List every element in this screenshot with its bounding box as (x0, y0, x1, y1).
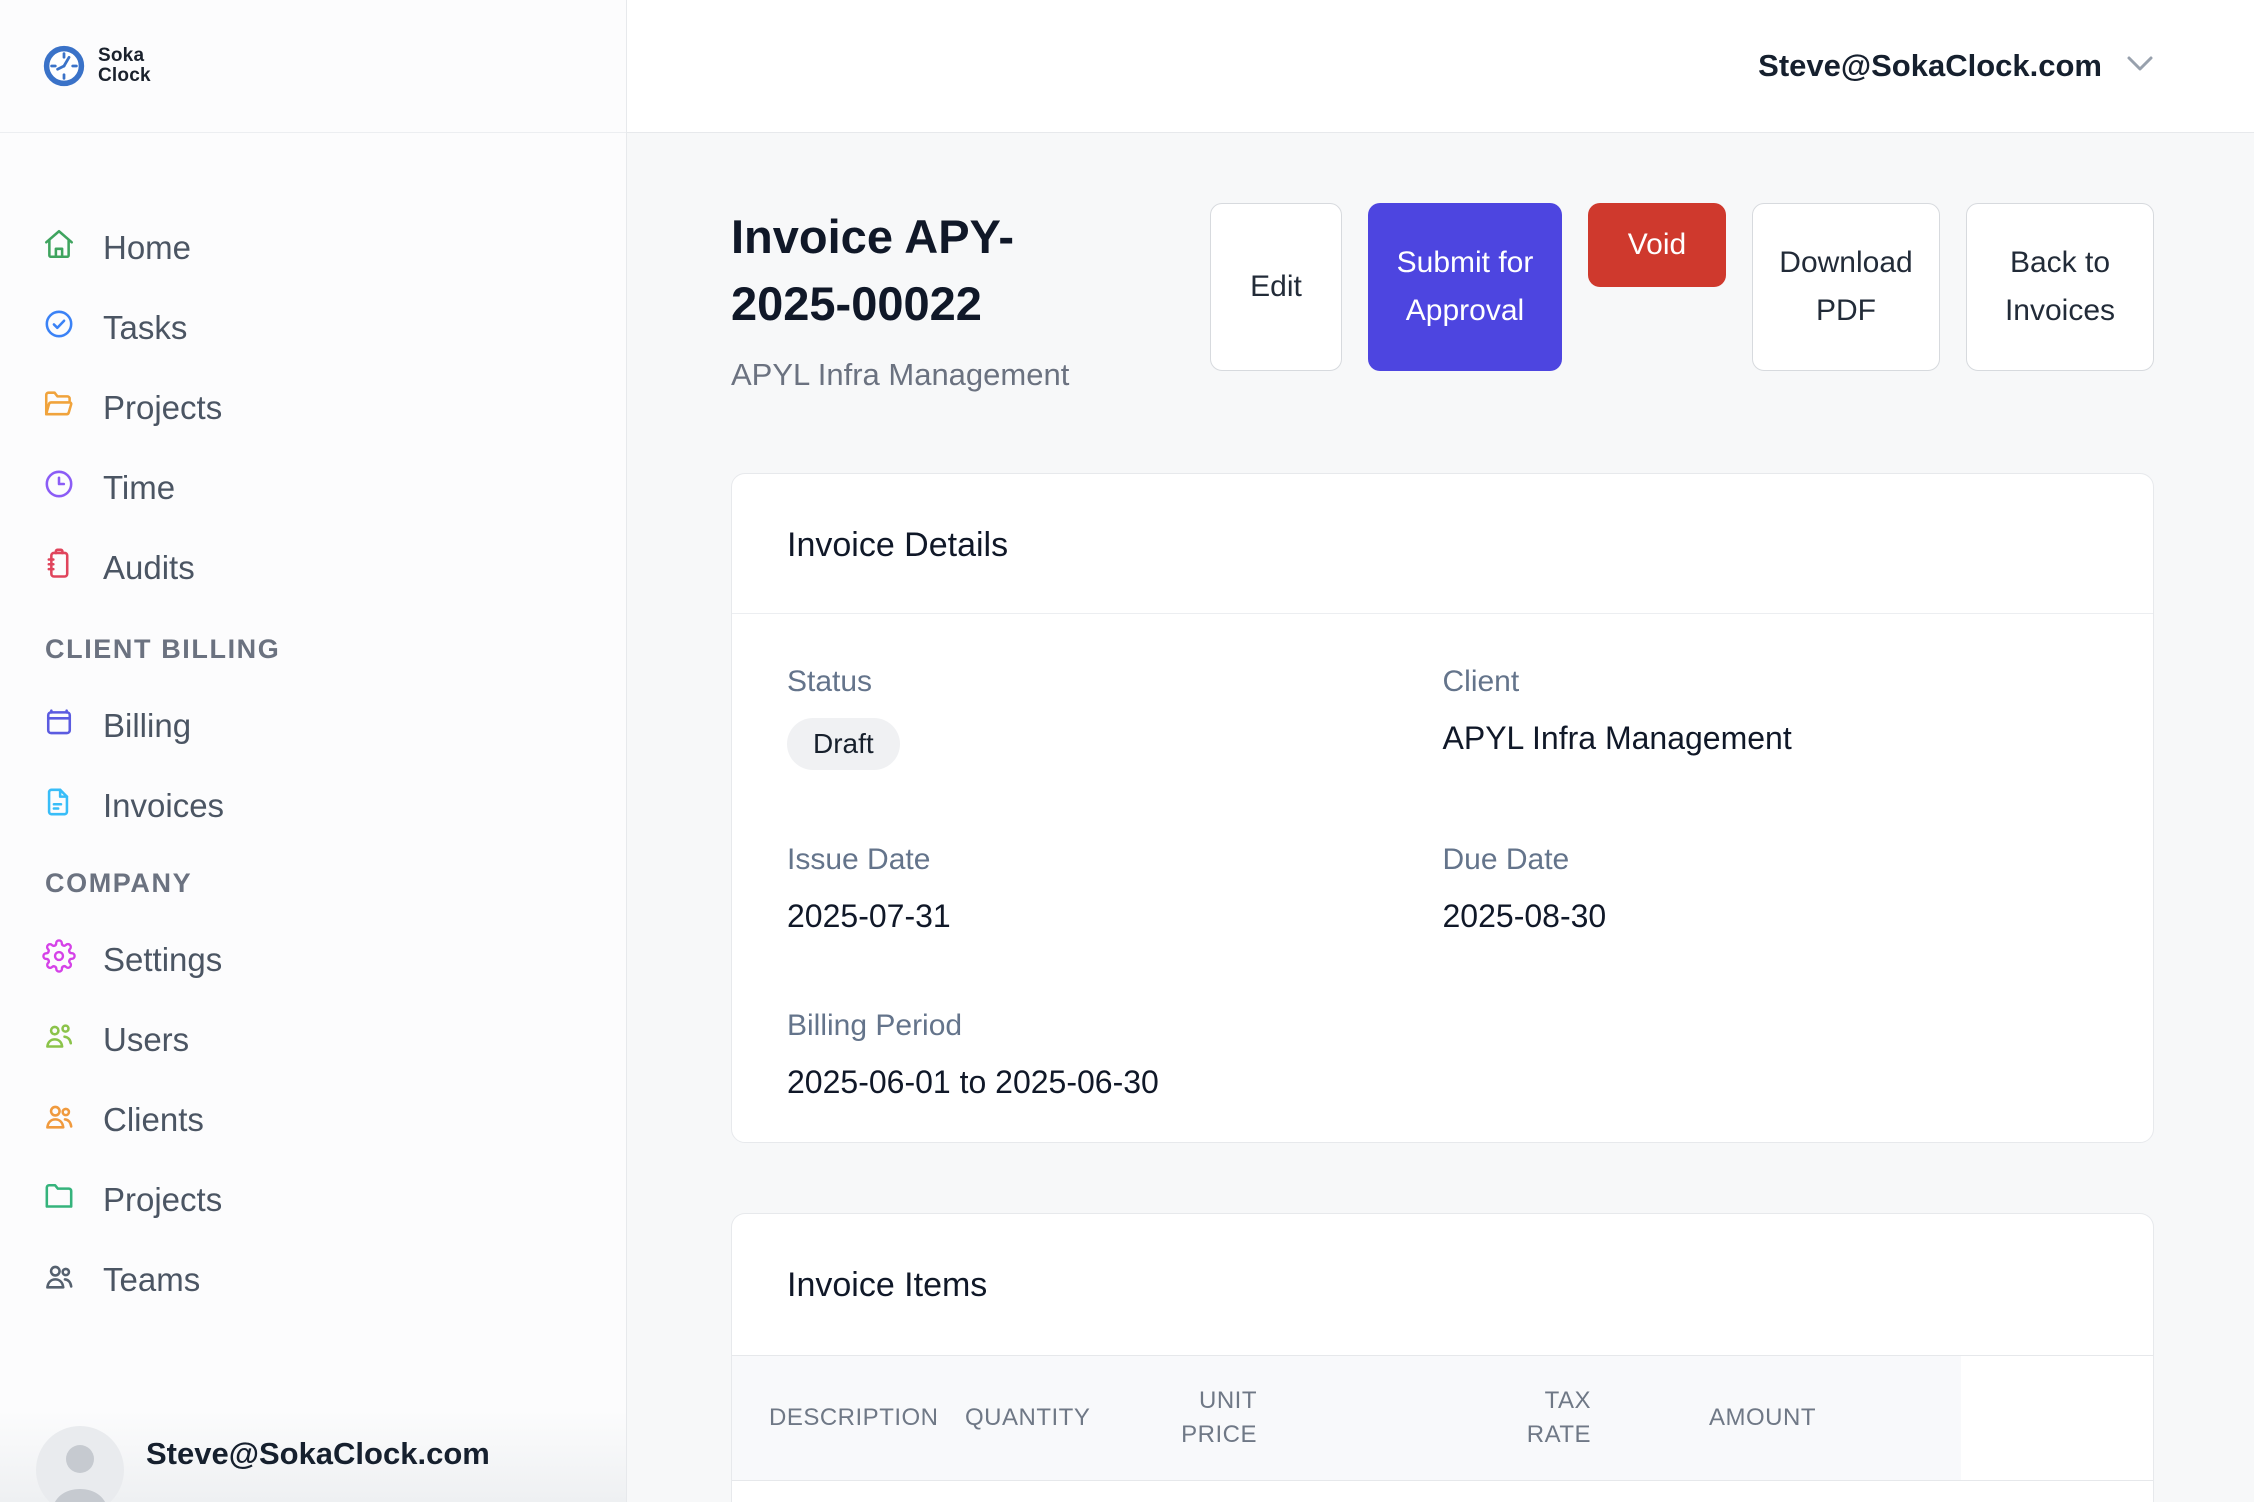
status-badge: Draft (787, 718, 900, 770)
users-icon (42, 1019, 76, 1061)
invoice-details-title: Invoice Details (732, 474, 2153, 614)
user-menu[interactable]: Steve@SokaClock.com (1758, 48, 2154, 84)
field-client: Client APYL Infra Management (1443, 664, 2099, 770)
items-table-header-row: DESCRIPTION QUANTITY UNIT PRICE TAX RATE… (732, 1355, 2153, 1481)
sidebar-item-teams[interactable]: Teams (0, 1250, 626, 1310)
sidebar-item-label: Settings (103, 941, 222, 979)
settings-gear-icon (42, 939, 76, 981)
sidebar-item-label: Billing (103, 707, 191, 745)
client-label: Client (1443, 664, 2099, 700)
column-header-description: DESCRIPTION (732, 1401, 928, 1435)
column-header-tax-rate: TAX RATE (1257, 1384, 1631, 1452)
invoice-details-grid: Status Draft Client APYL Infra Managemen… (732, 614, 2153, 1142)
tasks-check-icon (42, 307, 76, 349)
sidebar-nav: Home Tasks Projects (0, 133, 626, 1310)
sidebar-item-label: Tasks (103, 309, 187, 347)
sidebar-item-label: Projects (103, 1181, 222, 1219)
field-status: Status Draft (787, 664, 1443, 770)
sidebar-item-settings[interactable]: Settings (0, 930, 626, 990)
invoices-file-icon (42, 785, 76, 827)
brand-name: Soka Clock (98, 46, 151, 86)
sidebar-item-company-projects[interactable]: Projects (0, 1170, 626, 1230)
submit-for-approval-button[interactable]: Submit for Approval (1368, 203, 1562, 371)
download-pdf-button[interactable]: Download PDF (1752, 203, 1940, 371)
projects-folder-icon (42, 387, 76, 429)
edit-button[interactable]: Edit (1210, 203, 1342, 371)
column-header-amount: AMOUNT (1631, 1401, 1961, 1435)
company-folder-icon (42, 1179, 76, 1221)
table-row (732, 1481, 2153, 1502)
items-table-header-spacer (1961, 1356, 2153, 1480)
issue-date-label: Issue Date (787, 842, 1443, 878)
main-area: Steve@SokaClock.com Invoice APY-2025-000… (627, 0, 2254, 1502)
sidebar-item-label: Projects (103, 389, 222, 427)
home-icon (42, 227, 76, 269)
sidebar-item-users[interactable]: Users (0, 1010, 626, 1070)
column-header-unit-price: UNIT PRICE (1092, 1384, 1257, 1452)
page-title: Invoice APY-2025-00022 (731, 203, 1111, 337)
topbar: Steve@SokaClock.com (627, 0, 2254, 133)
invoice-items-card: Invoice Items DESCRIPTION QUANTITY UNIT … (731, 1213, 2154, 1502)
back-to-invoices-button[interactable]: Back to Invoices (1966, 203, 2154, 371)
page-subtitle: APYL Infra Management (731, 355, 1111, 395)
due-date-label: Due Date (1443, 842, 2099, 878)
invoice-details-card: Invoice Details Status Draft Client APYL… (731, 473, 2154, 1143)
field-due-date: Due Date 2025-08-30 (1443, 842, 2099, 936)
sidebar-item-label: Audits (103, 549, 195, 587)
status-label: Status (787, 664, 1443, 700)
page-titles: Invoice APY-2025-00022 APYL Infra Manage… (731, 203, 1111, 395)
invoice-actions: Edit Submit for Approval Void Download P… (1210, 203, 2154, 371)
clock-logo-icon (42, 44, 86, 88)
billing-period-label: Billing Period (787, 1008, 1443, 1044)
column-header-quantity: QUANTITY (928, 1401, 1092, 1435)
chevron-down-icon (2126, 55, 2154, 78)
sidebar-user-profile[interactable]: Steve@SokaClock.com (0, 1410, 626, 1502)
sidebar-item-tasks[interactable]: Tasks (0, 298, 626, 358)
topbar-user-email: Steve@SokaClock.com (1758, 48, 2102, 84)
void-button[interactable]: Void (1588, 203, 1726, 287)
sidebar-item-label: Clients (103, 1101, 204, 1139)
clients-icon (42, 1099, 76, 1141)
sidebar-item-label: Teams (103, 1261, 200, 1299)
sidebar-item-label: Invoices (103, 787, 224, 825)
audits-clipboard-icon (42, 547, 76, 589)
sidebar-user-email: Steve@SokaClock.com (146, 1436, 490, 1472)
app-window: Soka Clock Home Tasks (0, 0, 2254, 1502)
time-clock-icon (42, 467, 76, 509)
client-value: APYL Infra Management (1443, 718, 2099, 758)
sidebar-item-billing[interactable]: Billing (0, 696, 626, 756)
sidebar-section-client-billing: CLIENT BILLING (0, 634, 626, 664)
sidebar: Soka Clock Home Tasks (0, 0, 627, 1502)
sidebar-item-projects[interactable]: Projects (0, 378, 626, 438)
sidebar-item-clients[interactable]: Clients (0, 1090, 626, 1150)
sidebar-item-label: Users (103, 1021, 189, 1059)
invoice-items-title: Invoice Items (732, 1214, 2153, 1355)
page-header: Invoice APY-2025-00022 APYL Infra Manage… (731, 203, 2154, 395)
billing-card-icon (42, 705, 76, 747)
field-billing-period: Billing Period 2025-06-01 to 2025-06-30 (787, 1008, 1443, 1102)
billing-period-value: 2025-06-01 to 2025-06-30 (787, 1062, 1443, 1102)
avatar (36, 1426, 124, 1502)
issue-date-value: 2025-07-31 (787, 896, 1443, 936)
sidebar-item-label: Home (103, 229, 191, 267)
sidebar-item-home[interactable]: Home (0, 218, 626, 278)
sidebar-item-invoices[interactable]: Invoices (0, 776, 626, 836)
page-content: Invoice APY-2025-00022 APYL Infra Manage… (627, 133, 2254, 1502)
brand-logo[interactable]: Soka Clock (0, 0, 626, 133)
teams-icon (42, 1259, 76, 1301)
sidebar-item-time[interactable]: Time (0, 458, 626, 518)
items-table-header-cells: DESCRIPTION QUANTITY UNIT PRICE TAX RATE… (732, 1356, 1961, 1480)
sidebar-item-label: Time (103, 469, 175, 507)
sidebar-section-company: COMPANY (0, 868, 626, 898)
sidebar-item-audits[interactable]: Audits (0, 538, 626, 598)
due-date-value: 2025-08-30 (1443, 896, 2099, 936)
field-issue-date: Issue Date 2025-07-31 (787, 842, 1443, 936)
